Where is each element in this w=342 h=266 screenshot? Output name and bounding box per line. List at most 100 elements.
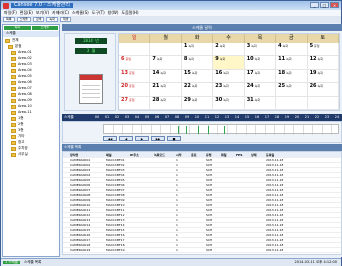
maximize-button[interactable]: □	[320, 2, 329, 8]
minimize-button[interactable]: _	[310, 2, 319, 8]
calendar-day[interactable]: 24녹화	[244, 83, 277, 97]
day-number: 16	[215, 69, 223, 76]
playback-button[interactable]: ▶▶	[151, 136, 165, 141]
calendar-day[interactable]: 15녹화	[181, 69, 214, 84]
playback-button[interactable]: ■	[167, 136, 181, 141]
tree-item[interactable]: 사무실	[5, 152, 57, 158]
calendar-day[interactable]: 26녹화	[307, 83, 339, 97]
column-header[interactable]: IP주소	[129, 152, 153, 157]
menu-item[interactable]: 카메라(C)	[52, 11, 69, 15]
calendar-day[interactable]: 8녹화	[181, 56, 214, 70]
table-cell	[250, 193, 265, 197]
table-cell	[153, 178, 175, 182]
table-cell	[235, 228, 250, 232]
table-cell	[129, 163, 153, 167]
toolbar-button[interactable]: 녹화	[46, 17, 58, 22]
calendar-day[interactable]: 6휴일	[119, 56, 151, 70]
table-cell: CAMERA0016	[70, 233, 91, 237]
playback-button[interactable]: ◀◀	[103, 136, 117, 141]
day-number: 2	[215, 43, 219, 49]
calendar-day[interactable]: 2녹화	[213, 43, 245, 57]
menu-item[interactable]: 보기(V)	[36, 11, 49, 15]
calendar-day[interactable]: 19녹화	[307, 69, 339, 84]
column-header[interactable]: 시작	[175, 152, 190, 157]
calendar-day[interactable]	[307, 96, 339, 110]
calendar-day[interactable]: 22녹화	[181, 83, 214, 97]
menu-item[interactable]: 창(W)	[108, 11, 119, 15]
table-cell	[283, 163, 341, 167]
toolbar-button[interactable]: 목록	[3, 17, 15, 22]
weekday-header: 일	[119, 34, 151, 43]
calendar-day[interactable]	[119, 43, 151, 57]
sidebar-tab[interactable]: 스케줄	[31, 26, 58, 30]
column-header[interactable]: 등록일	[265, 152, 283, 157]
calendar-day[interactable]: 10녹화	[244, 56, 277, 70]
table-cell	[220, 173, 235, 177]
calendar-day[interactable]: 18녹화	[276, 69, 308, 84]
timeline-track[interactable]	[103, 124, 339, 135]
toolbar-button[interactable]: 검색	[32, 17, 45, 22]
calendar-day[interactable]: 28녹화	[150, 96, 182, 110]
menu-item[interactable]: 편집(E)	[20, 11, 33, 15]
table-cell	[153, 223, 175, 227]
playback-button[interactable]: ◀	[119, 136, 133, 141]
calendar-day[interactable]: 14녹화	[150, 69, 182, 84]
toolbar-button[interactable]: 스케줄	[16, 17, 31, 22]
calendar-day[interactable]: 13휴일	[119, 69, 151, 84]
column-header[interactable]: 화질	[220, 152, 235, 157]
calendar-day[interactable]: 3녹화	[244, 43, 277, 57]
calendar-day[interactable]: 5휴일	[307, 43, 339, 57]
table-cell	[153, 163, 175, 167]
day-number: 6	[121, 56, 125, 63]
calendar-day[interactable]: 16녹화	[213, 69, 245, 84]
weekday-header: 금	[276, 34, 308, 43]
calendar-day[interactable]: 31녹화	[244, 96, 277, 110]
column-header[interactable]: FPS	[235, 152, 250, 157]
table-cell: MACCCBF08	[106, 193, 125, 197]
calendar-day[interactable]: 20휴일	[119, 83, 151, 97]
menu-item[interactable]: 파일(F)	[4, 11, 17, 15]
calendar-day[interactable]: 9녹화	[213, 56, 245, 70]
table-cell: 1	[176, 208, 178, 212]
column-header[interactable]: 상태	[250, 152, 265, 157]
menu-item[interactable]: 도구(T)	[92, 11, 105, 15]
calendar-day[interactable]: 17녹화	[244, 69, 277, 84]
weekday-header: 수	[213, 34, 245, 43]
calendar-day[interactable]: 21녹화	[150, 83, 182, 97]
calendar-day[interactable]: 25녹화	[276, 83, 308, 97]
column-header[interactable]: 유형	[205, 152, 220, 157]
calendar-day[interactable]: 30녹화	[213, 96, 245, 110]
table-row[interactable]: CAMERA0019 MACCCBF19 1 SCH 2013-11-18	[63, 248, 341, 253]
column-header[interactable]: 종료	[190, 152, 205, 157]
calendar-day[interactable]: 29녹화	[181, 96, 214, 110]
calendar-day[interactable]: 1녹화	[181, 43, 214, 57]
calendar-day[interactable]: 12녹화	[307, 56, 339, 70]
column-header[interactable]: 장치명	[69, 152, 105, 157]
calendar-day[interactable]: 11녹화	[276, 56, 308, 70]
menu-item[interactable]: 도움말(H)	[121, 11, 138, 15]
calendar-day[interactable]	[276, 96, 308, 110]
day-number: 3	[246, 43, 251, 49]
column-header[interactable]: 녹화모드	[153, 152, 175, 157]
table-cell	[190, 208, 205, 212]
calendar-day[interactable]	[150, 43, 182, 57]
menu-item[interactable]: 스케줄(S)	[72, 11, 89, 15]
day-number: 31	[246, 96, 254, 103]
playback-button[interactable]: ▶	[135, 136, 149, 141]
toolbar-button[interactable]: 재생	[59, 17, 72, 22]
close-button[interactable]: ×	[330, 2, 339, 8]
year-display[interactable]: 2014 년	[75, 38, 107, 44]
column-header[interactable]	[283, 152, 341, 157]
table-cell: 2013-11-18	[266, 183, 283, 187]
sidebar-tab[interactable]: 녹화	[4, 26, 31, 30]
calendar-day[interactable]: 7녹화	[150, 56, 182, 70]
calendar-day[interactable]: 4녹화	[276, 43, 308, 57]
table-cell	[250, 163, 265, 167]
calendar-day[interactable]: 27휴일	[119, 96, 151, 110]
calendar-day[interactable]: 23녹화	[213, 83, 245, 97]
hour-label: 01	[104, 114, 110, 119]
column-header[interactable]: 채널	[105, 152, 129, 157]
month-display[interactable]: 3 월	[75, 48, 107, 54]
window-title: Cansee 7.0 - 스케줄관리	[11, 3, 74, 8]
tree-item-label: 1층	[18, 116, 24, 121]
